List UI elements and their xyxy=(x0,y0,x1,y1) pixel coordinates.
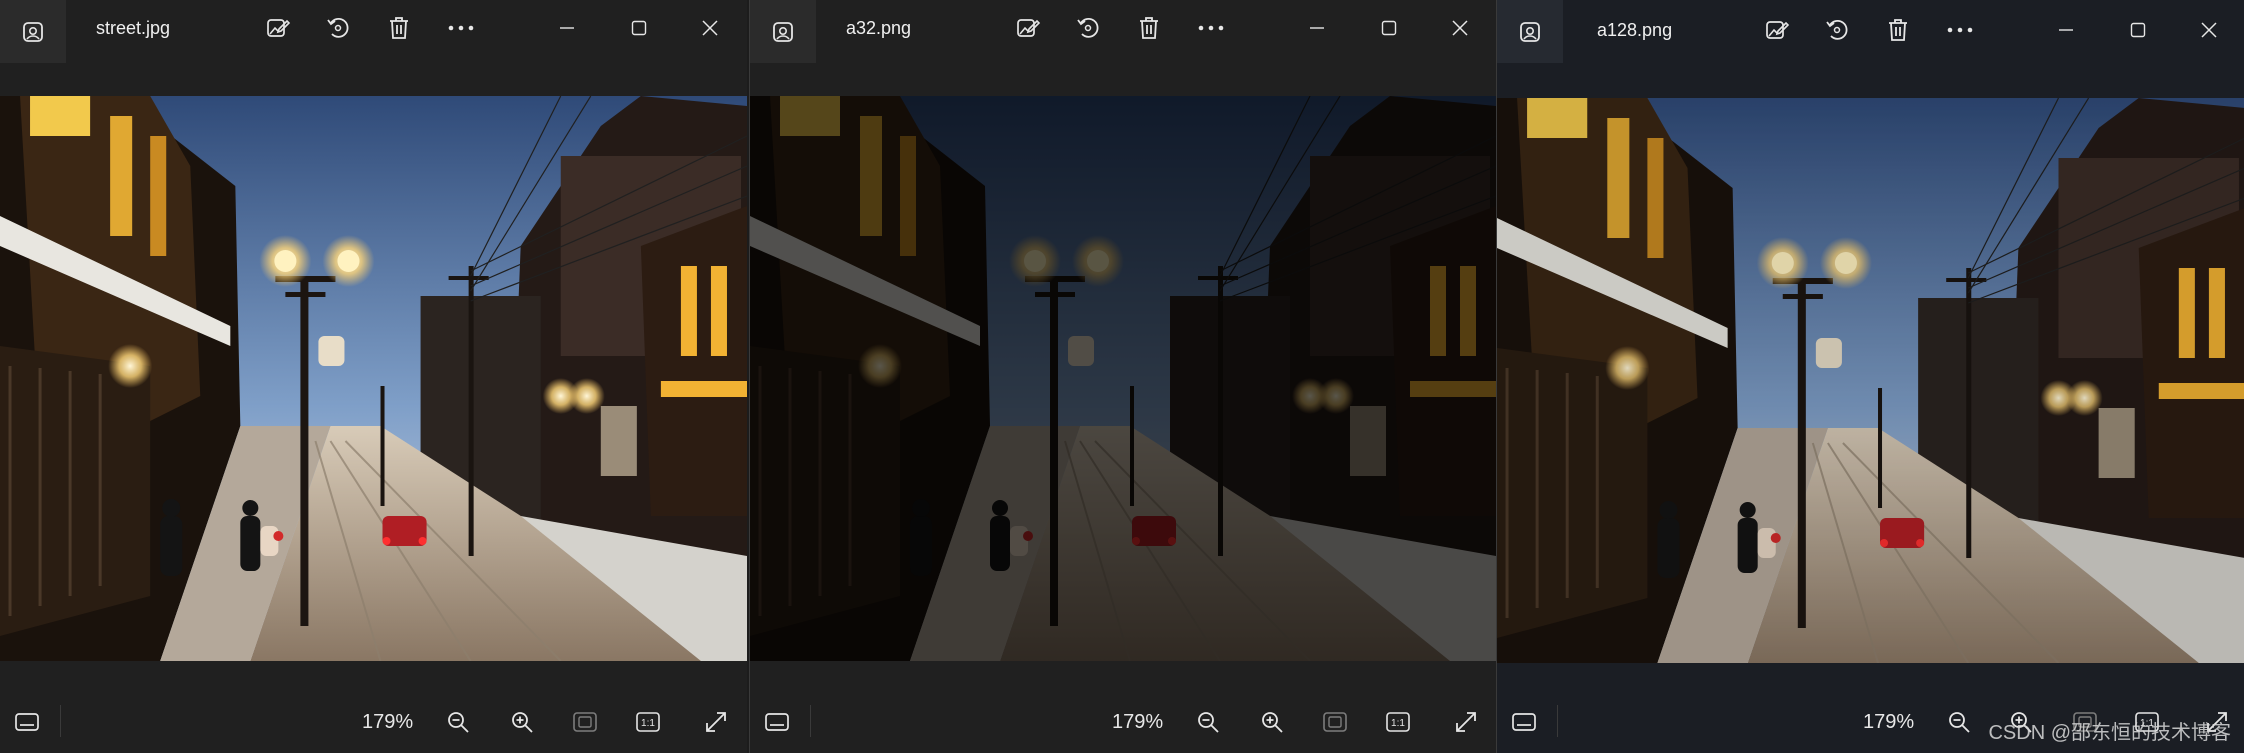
photo-canvas[interactable] xyxy=(1497,98,2244,663)
edit-image-icon xyxy=(1017,19,1041,37)
toolbar-divider xyxy=(60,705,61,737)
photo-canvas[interactable] xyxy=(750,96,1496,661)
photo-viewer-window-street: street.jpg 179% 1:1 xyxy=(0,0,747,753)
minimize-icon xyxy=(560,27,574,29)
zoom-out-button[interactable] xyxy=(442,707,474,737)
delete-button[interactable] xyxy=(1882,16,1914,44)
minimize-button[interactable] xyxy=(2050,16,2082,44)
svg-text:1:1: 1:1 xyxy=(1391,718,1405,729)
title-bar: a128.png xyxy=(1497,0,2244,63)
fit-to-window-icon xyxy=(573,712,597,732)
edit-image-icon xyxy=(267,19,291,37)
filmstrip-icon xyxy=(1512,713,1536,731)
minimize-button[interactable] xyxy=(551,14,583,42)
zoom-out-icon xyxy=(448,712,469,733)
delete-icon xyxy=(1140,17,1158,39)
edit-image-icon xyxy=(1766,21,1790,39)
zoom-level: 179% xyxy=(1863,711,1915,733)
close-button[interactable] xyxy=(694,14,726,42)
zoom-in-icon xyxy=(1262,712,1283,733)
fit-to-window-button[interactable] xyxy=(569,707,601,737)
street-photo xyxy=(750,96,1496,661)
maximize-icon xyxy=(1381,20,1397,36)
fullscreen-button[interactable] xyxy=(1450,707,1482,737)
rotate-button[interactable] xyxy=(1821,16,1853,44)
title-bar: street.jpg xyxy=(0,0,747,63)
zoom-level: 179% xyxy=(362,711,414,733)
filmstrip-icon xyxy=(765,713,789,731)
rotate-button[interactable] xyxy=(322,14,354,42)
maximize-button[interactable] xyxy=(1373,14,1405,42)
edit-image-button[interactable] xyxy=(1012,14,1044,42)
toolbar-divider xyxy=(810,705,811,737)
zoom-in-button[interactable] xyxy=(1256,707,1288,737)
close-icon xyxy=(702,20,718,36)
zoom-out-icon xyxy=(1949,712,1970,733)
filmstrip-button[interactable] xyxy=(1507,707,1541,737)
delete-button[interactable] xyxy=(1133,14,1165,42)
zoom-out-icon xyxy=(1198,712,1219,733)
delete-button[interactable] xyxy=(383,14,415,42)
actual-size-icon: 1:1 xyxy=(1386,712,1410,732)
window-title: a32.png xyxy=(846,18,912,38)
minimize-icon xyxy=(2059,29,2073,31)
svg-text:1:1: 1:1 xyxy=(641,718,655,729)
maximize-icon xyxy=(631,20,647,36)
toolbar-divider xyxy=(1557,705,1558,737)
photos-app-icon[interactable] xyxy=(750,0,816,63)
close-icon xyxy=(2201,22,2217,38)
photo-viewer-window-a128: a128.png 179% 1:1 CSDN @邵东恒的技术博客 xyxy=(1496,0,2244,753)
delete-icon xyxy=(390,17,408,39)
photos-app-icon[interactable] xyxy=(0,0,66,63)
zoom-out-button[interactable] xyxy=(1192,707,1224,737)
rotate-icon xyxy=(1826,20,1848,40)
fullscreen-icon xyxy=(1456,712,1476,732)
zoom-in-icon xyxy=(512,712,533,733)
bottom-toolbar: 179% 1:1 xyxy=(750,691,1496,753)
more-options-icon xyxy=(448,25,474,31)
maximize-icon xyxy=(2130,22,2146,38)
actual-size-icon: 1:1 xyxy=(636,712,660,732)
watermark: CSDN @邵东恒的技术博客 xyxy=(1988,722,2231,744)
window-title: a128.png xyxy=(1597,20,1673,40)
fullscreen-button[interactable] xyxy=(700,707,732,737)
fit-to-window-button[interactable] xyxy=(1319,707,1351,737)
bottom-toolbar: 179% 1:1 xyxy=(0,691,747,753)
more-options-button[interactable] xyxy=(445,14,477,42)
rotate-icon xyxy=(1077,18,1099,38)
edit-image-button[interactable] xyxy=(1761,16,1793,44)
street-photo xyxy=(1497,98,2244,663)
delete-icon xyxy=(1889,19,1907,41)
more-options-button[interactable] xyxy=(1195,14,1227,42)
street-photo xyxy=(0,96,747,661)
actual-size-button[interactable]: 1:1 xyxy=(632,707,664,737)
rotate-button[interactable] xyxy=(1072,14,1104,42)
close-button[interactable] xyxy=(1444,14,1476,42)
actual-size-button[interactable]: 1:1 xyxy=(1382,707,1414,737)
maximize-button[interactable] xyxy=(2122,16,2154,44)
close-icon xyxy=(1452,20,1468,36)
maximize-button[interactable] xyxy=(623,14,655,42)
edit-image-button[interactable] xyxy=(262,14,294,42)
minimize-icon xyxy=(1310,27,1324,29)
close-button[interactable] xyxy=(2193,16,2225,44)
zoom-out-button[interactable] xyxy=(1943,707,1975,737)
more-options-icon xyxy=(1198,25,1224,31)
fullscreen-icon xyxy=(706,712,726,732)
minimize-button[interactable] xyxy=(1301,14,1333,42)
rotate-icon xyxy=(327,18,349,38)
fit-to-window-icon xyxy=(1323,712,1347,732)
filmstrip-button[interactable] xyxy=(760,707,794,737)
window-title: street.jpg xyxy=(96,18,171,38)
zoom-level: 179% xyxy=(1112,711,1164,733)
photo-canvas[interactable] xyxy=(0,96,747,661)
filmstrip-icon xyxy=(15,713,39,731)
zoom-in-button[interactable] xyxy=(506,707,538,737)
photos-app-icon[interactable] xyxy=(1497,0,1563,63)
filmstrip-button[interactable] xyxy=(10,707,44,737)
photo-viewer-window-a32: a32.png 179% 1:1 xyxy=(749,0,1496,753)
more-options-icon xyxy=(1947,27,1973,33)
title-bar: a32.png xyxy=(750,0,1496,63)
more-options-button[interactable] xyxy=(1944,16,1976,44)
